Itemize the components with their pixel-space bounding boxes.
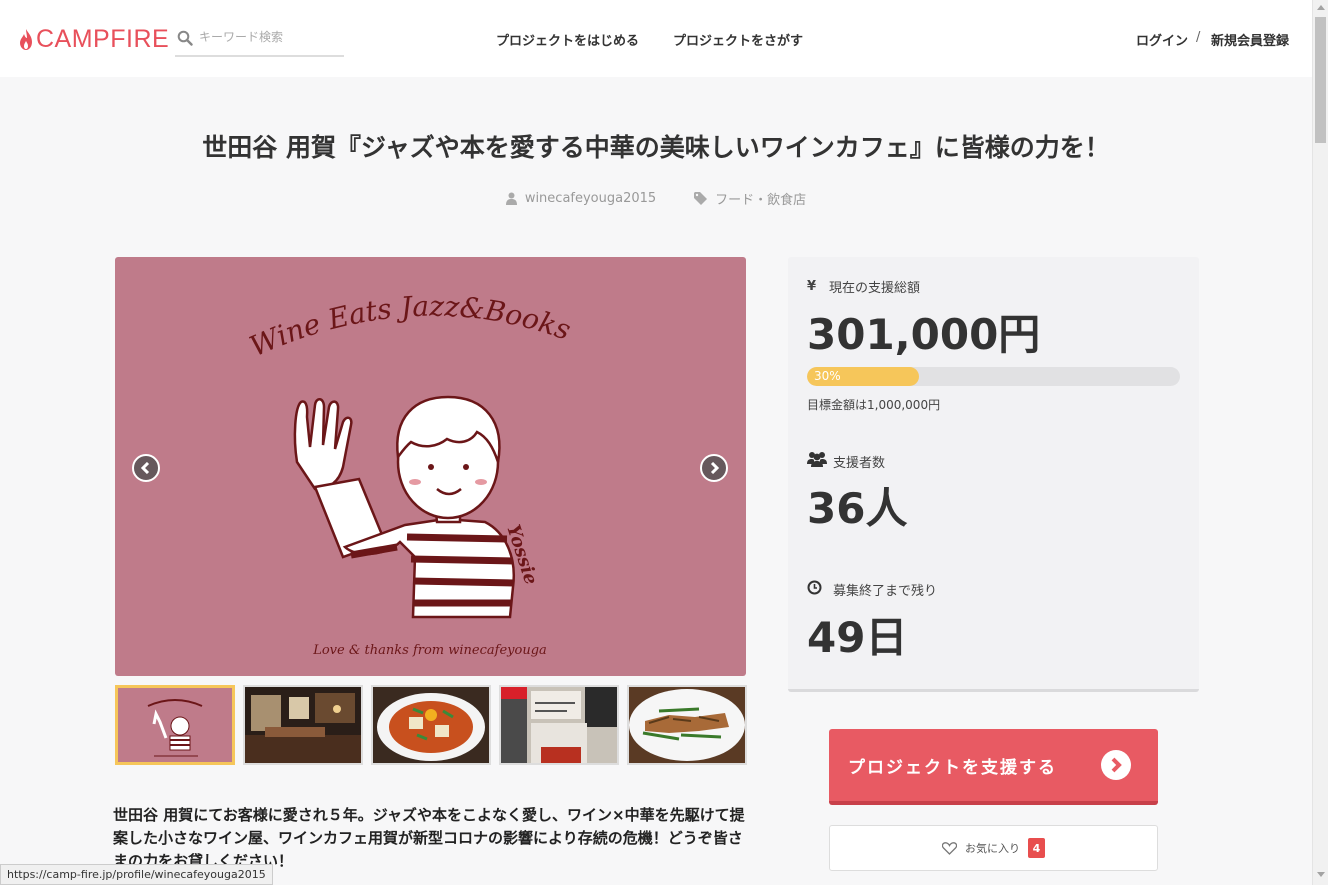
image-heading: Wine Eats Jazz&Books: [245, 290, 575, 364]
backers-label: 支援者数: [807, 451, 885, 471]
yen-icon: ¥: [807, 279, 817, 294]
remaining-label-text: 募集終了まで残り: [833, 584, 938, 599]
chevron-right-icon: [710, 462, 719, 474]
thumbnail-4[interactable]: [499, 685, 619, 765]
remaining-label: 募集終了まで残り: [807, 580, 937, 599]
amount-label: ¥ 現在の支援総額: [807, 277, 920, 296]
carousel-prev-button[interactable]: [132, 454, 160, 482]
goal-amount: 目標金額は1,000,000円: [807, 398, 941, 412]
page-scrollbar[interactable]: [1312, 0, 1328, 885]
category-link[interactable]: フード・飲食店: [694, 189, 806, 208]
tag-icon: [694, 192, 708, 205]
project-meta: winecafeyouga2015 フード・飲食店: [0, 189, 1312, 208]
favorite-button[interactable]: お気に入り 4: [829, 825, 1158, 871]
thumbnail-2[interactable]: [243, 685, 363, 765]
amount-label-text: 現在の支援総額: [829, 281, 921, 296]
project-description: 世田谷 用賀にてお客様に愛され５年。ジャズや本をこよなく愛し、ワイン×中華を先駆…: [113, 806, 745, 870]
funding-stats-panel: ¥ 現在の支援総額 301,000円 30% 目標金額は1,000,000円 支…: [788, 257, 1199, 692]
funding-progress-text: 30%: [814, 369, 841, 383]
scroll-down-icon[interactable]: [1317, 872, 1325, 877]
nav-find-project[interactable]: プロジェクトをさがす: [673, 30, 803, 49]
amount-value: 301,000円: [807, 310, 1041, 359]
chevron-left-icon: [141, 462, 150, 474]
search-box: [175, 26, 344, 57]
search-input[interactable]: [199, 30, 339, 44]
remaining-value: 49日: [807, 613, 908, 662]
heart-icon: [942, 841, 957, 855]
clock-icon: [807, 580, 822, 595]
funding-progress-bar: 30%: [807, 367, 1180, 386]
favorite-count-badge: 4: [1028, 838, 1045, 858]
search-icon: [177, 30, 193, 46]
funding-progress-fill: 30%: [807, 367, 919, 386]
svg-text:Wine Eats Jazz&Books: Wine Eats Jazz&Books: [245, 290, 575, 364]
arrow-right-circle-icon: [1101, 750, 1131, 780]
support-project-button[interactable]: プロジェクトを支援する: [829, 729, 1158, 805]
nav-start-project[interactable]: プロジェクトをはじめる: [496, 30, 639, 49]
thumbnail-1[interactable]: [115, 685, 235, 765]
user-icon: [505, 192, 517, 205]
category-name: フード・飲食店: [715, 193, 807, 208]
thumbnail-5[interactable]: [627, 685, 747, 765]
campfire-logo[interactable]: CAMPFIRE: [18, 25, 169, 54]
backers-label-text: 支援者数: [833, 455, 886, 471]
thumbnail-3[interactable]: [371, 685, 491, 765]
support-button-label: プロジェクトを支援する: [848, 757, 1057, 778]
carousel-next-button[interactable]: [700, 454, 728, 482]
illustration: Wine Eats Jazz&Books Yossie Love & thank…: [245, 290, 575, 658]
login-link[interactable]: ログイン: [1136, 30, 1188, 49]
header-separator: /: [1196, 30, 1201, 45]
project-title: 世田谷 用賀『ジャズや本を愛する中華の美味しいワインカフェ』に皆様の力を！: [202, 133, 1110, 162]
browser-status-bar: https://camp-fire.jp/profile/winecafeyou…: [0, 864, 273, 885]
backers-value: 36人: [807, 484, 908, 533]
flame-icon: [20, 28, 32, 50]
users-icon: [807, 452, 827, 467]
signup-link[interactable]: 新規会員登録: [1211, 30, 1289, 49]
image-footer: Love & thanks from winecafeyouga: [312, 643, 547, 658]
project-main-image: Wine Eats Jazz&Books Yossie Love & thank…: [115, 257, 746, 676]
favorite-label: お気に入り: [965, 842, 1020, 855]
scroll-up-icon[interactable]: [1317, 5, 1325, 10]
site-header: CAMPFIRE プロジェクトをはじめる プロジェクトをさがす ログイン / 新…: [0, 0, 1312, 77]
logo-text: CAMPFIRE: [36, 25, 170, 53]
owner-name: winecafeyouga2015: [524, 191, 657, 206]
owner-link[interactable]: winecafeyouga2015: [505, 189, 657, 208]
scroll-thumb[interactable]: [1315, 17, 1326, 143]
thumbnail-strip: [115, 685, 755, 765]
